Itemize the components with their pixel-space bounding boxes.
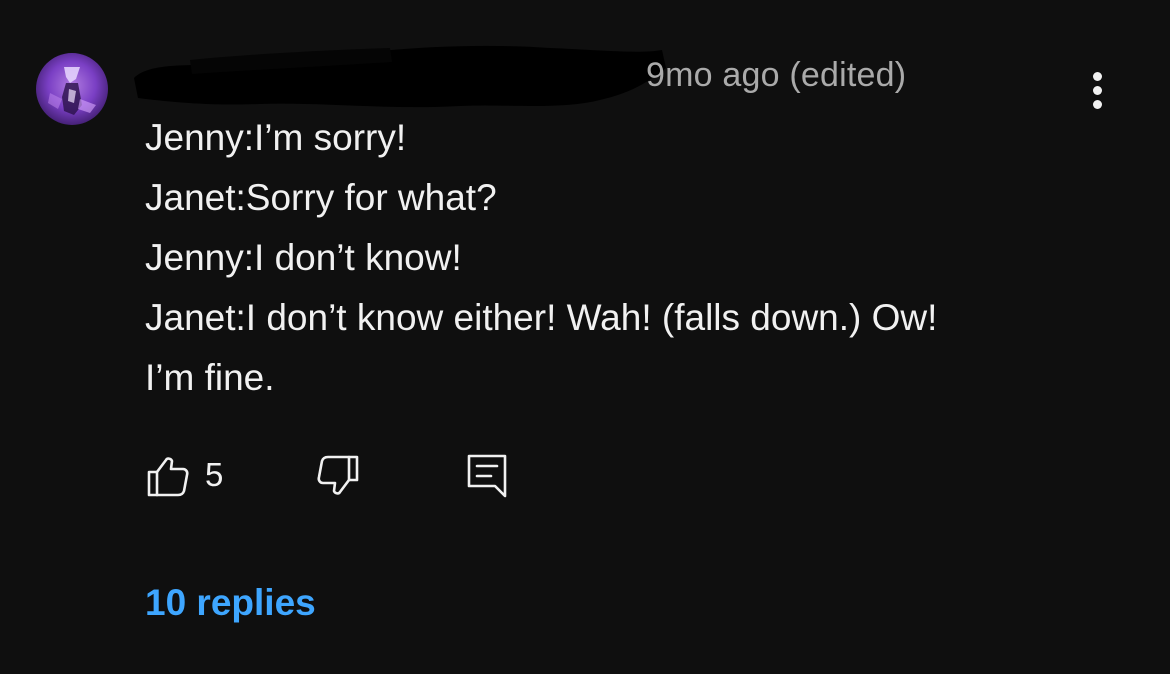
user-avatar-icon[interactable] <box>36 53 108 125</box>
like-count: 5 <box>205 456 224 493</box>
comment-line: Jenny:I’m sorry! <box>145 117 407 158</box>
comment-line: I’m fine. <box>145 357 275 398</box>
reply-button[interactable] <box>463 452 511 500</box>
redacted-username <box>134 45 666 108</box>
thumbs-up-icon <box>147 457 189 497</box>
dislike-button[interactable] <box>313 452 361 500</box>
comment-line: Janet:I don’t know either! Wah! (falls d… <box>145 297 938 338</box>
view-replies-button[interactable]: 10 replies <box>145 582 316 624</box>
reply-comment-icon <box>467 454 507 498</box>
comment-timestamp: 9mo ago (edited) <box>646 56 907 94</box>
thumbs-down-icon <box>317 455 359 495</box>
comment-line: Janet:Sorry for what? <box>145 177 497 218</box>
more-vertical-icon[interactable] <box>1080 66 1116 114</box>
comment-text: Jenny:I’m sorry! Janet:Sorry for what? J… <box>145 108 1135 408</box>
comment-line: Jenny:I don’t know! <box>145 237 462 278</box>
like-button[interactable] <box>145 452 193 500</box>
